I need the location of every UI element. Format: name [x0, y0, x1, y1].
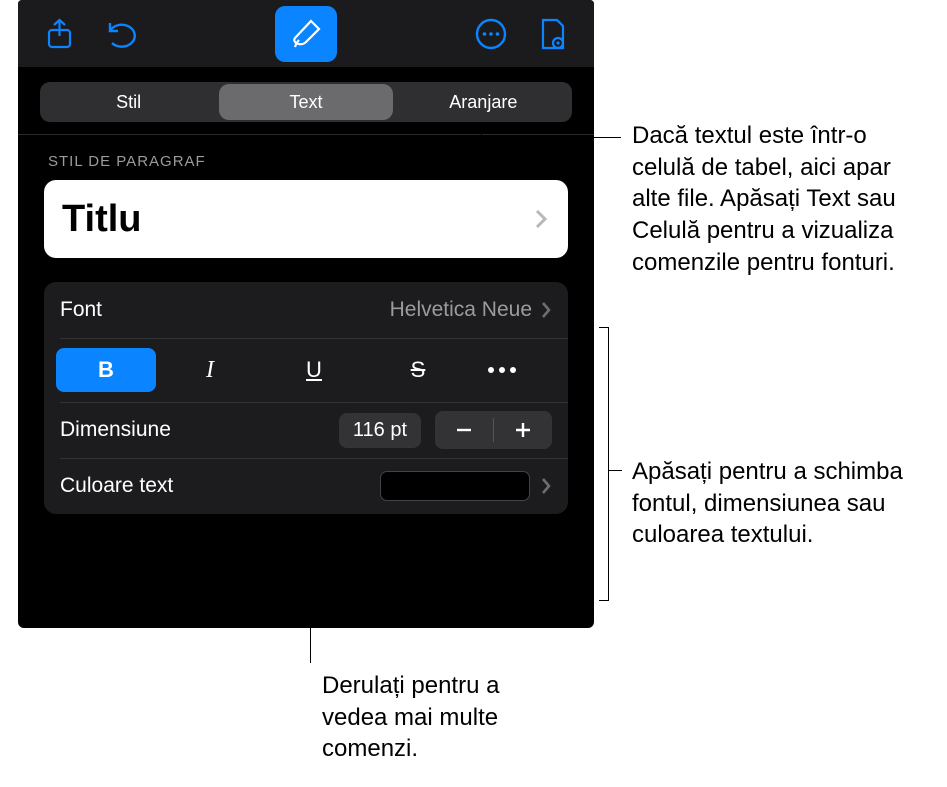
size-row: Dimensiune 116 pt — [44, 402, 568, 458]
callout-leader — [481, 137, 621, 138]
format-tabs: Stil Text Aranjare — [40, 82, 572, 122]
bold-button[interactable]: B — [56, 348, 156, 392]
paragraph-style-section-label: STIL DE PARAGRAF — [18, 134, 594, 180]
callout-leader — [608, 327, 609, 601]
size-decrease-button[interactable] — [435, 411, 493, 449]
text-color-row[interactable]: Culoare text — [44, 458, 568, 514]
chevron-right-icon — [540, 476, 552, 496]
callout-scroll: Derulați pentru a vedea mai multe comenz… — [322, 670, 532, 765]
tab-text[interactable]: Text — [219, 84, 392, 120]
undo-button[interactable] — [90, 6, 152, 62]
document-view-button[interactable] — [522, 6, 584, 62]
underline-button[interactable]: U — [264, 348, 364, 392]
callout-leader — [481, 123, 482, 138]
text-settings-group: Font Helvetica Neue B I U S — [44, 282, 568, 514]
callout-leader — [608, 470, 622, 471]
format-panel: Stil Text Aranjare STIL DE PARAGRAF Titl… — [18, 0, 594, 628]
more-menu-button[interactable] — [460, 6, 522, 62]
font-row[interactable]: Font Helvetica Neue — [44, 282, 568, 338]
text-color-swatch — [380, 471, 530, 501]
format-brush-button[interactable] — [275, 6, 337, 62]
paragraph-style-picker[interactable]: Titlu — [44, 180, 568, 258]
size-increase-button[interactable] — [494, 411, 552, 449]
strikethrough-button[interactable]: S — [368, 348, 468, 392]
chevron-right-icon — [534, 208, 548, 230]
paragraph-style-value: Titlu — [62, 198, 142, 241]
text-style-buttons-row: B I U S — [44, 338, 568, 402]
font-label: Font — [60, 298, 102, 322]
more-text-options-button[interactable] — [472, 348, 532, 392]
chevron-right-icon — [540, 300, 552, 320]
format-tabs-wrap: Stil Text Aranjare — [18, 68, 594, 134]
ellipsis-icon — [488, 367, 516, 373]
share-button[interactable] — [28, 6, 90, 62]
text-color-label: Culoare text — [60, 474, 173, 498]
top-toolbar — [18, 0, 594, 68]
callout-font-group: Apăsați pentru a schimba fontul, dimensi… — [632, 456, 912, 551]
callout-leader — [310, 613, 311, 663]
italic-button[interactable]: I — [160, 348, 260, 392]
size-label: Dimensiune — [60, 418, 171, 442]
callout-tabs: Dacă textul este într‑o celulă de tabel,… — [632, 120, 932, 278]
size-stepper — [435, 411, 552, 449]
font-value: Helvetica Neue — [390, 298, 540, 322]
callout-leader — [599, 600, 609, 601]
tab-style[interactable]: Stil — [42, 84, 215, 120]
size-value[interactable]: 116 pt — [339, 413, 421, 448]
tab-arrange[interactable]: Aranjare — [397, 84, 570, 120]
